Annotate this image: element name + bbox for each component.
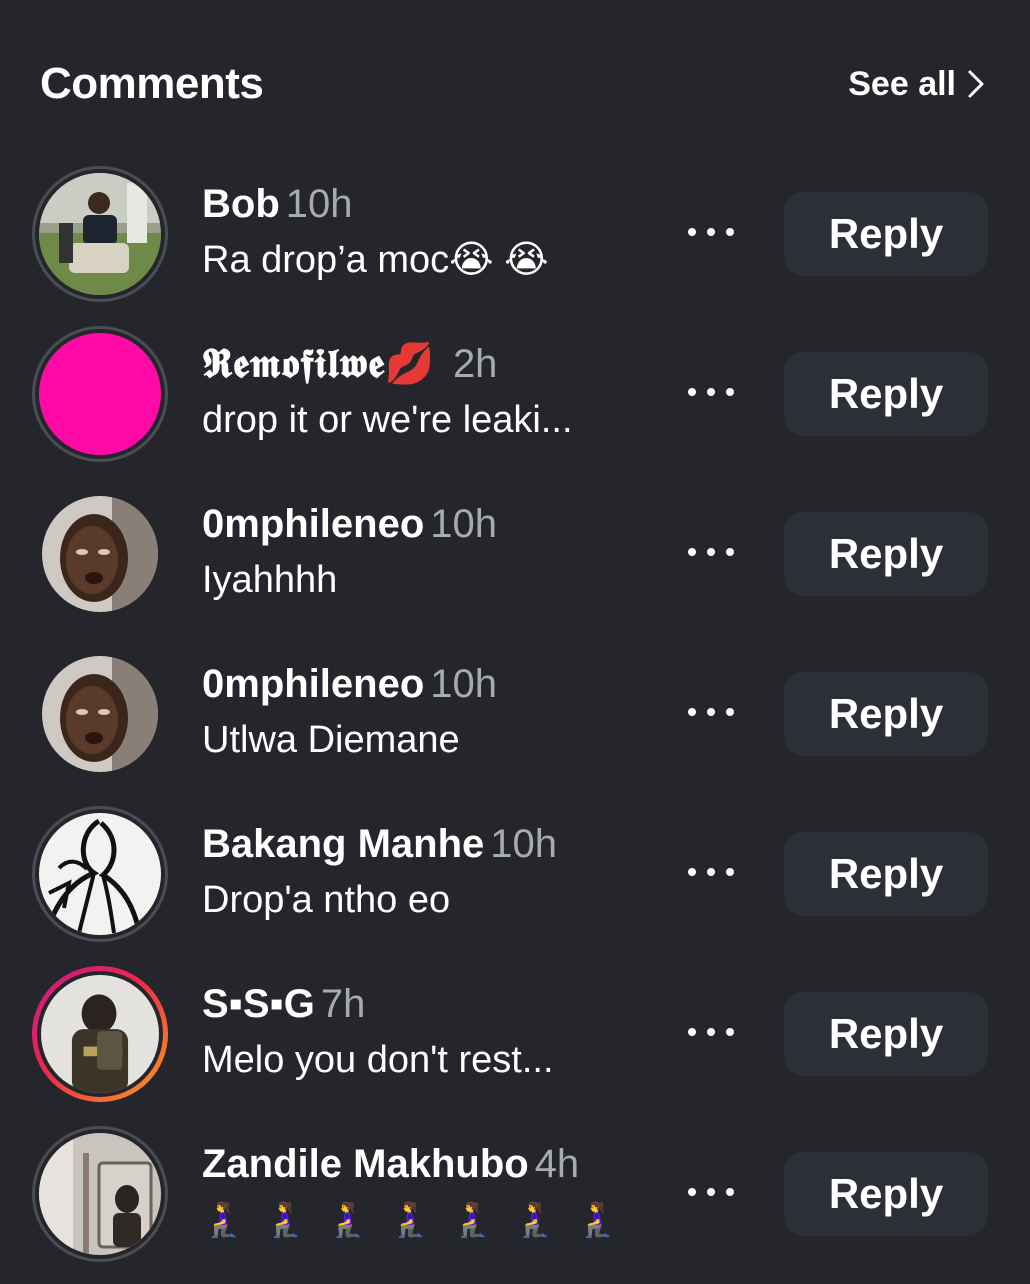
reply-button[interactable]: Reply [784, 352, 988, 436]
comment-time: 10h [285, 182, 353, 226]
avatar[interactable] [32, 1126, 168, 1262]
avatar[interactable] [32, 166, 168, 302]
avatar[interactable] [32, 806, 168, 942]
reply-button[interactable]: Reply [784, 672, 988, 756]
comment-author[interactable]: 𝕽𝖊𝖒𝖔𝖋𝖎𝖑𝖜𝖊💋 [202, 340, 435, 387]
comment-time: 7h [320, 982, 366, 1026]
comment-item: S▪S▪G 7h Melo you don't rest... Reply [0, 964, 1030, 1124]
comment-author[interactable]: Zandile Makhubo [202, 1142, 529, 1186]
more-options-icon[interactable] [688, 532, 734, 572]
reply-button[interactable]: Reply [784, 992, 988, 1076]
avatar[interactable] [32, 486, 168, 622]
reply-button[interactable]: Reply [784, 1152, 988, 1236]
comment-item: 0mphileneo 10h Iyahhhh Reply [0, 484, 1030, 644]
comment-text: Utlwa Diemane [202, 719, 460, 761]
avatar-photo [42, 496, 158, 612]
comment-item: 𝕽𝖊𝖒𝖔𝖋𝖎𝖑𝖜𝖊💋 2h drop it or we're leaki... R… [0, 324, 1030, 484]
avatar[interactable] [32, 646, 168, 782]
see-all-label: See all [848, 64, 956, 103]
comment-time: 10h [430, 502, 498, 546]
comment-text: Ra drop’a moc😭 😭 [202, 239, 549, 281]
comments-header: Comments See all [40, 52, 986, 116]
comment-item: 0mphileneo 10h Utlwa Diemane Reply [0, 644, 1030, 804]
more-options-icon[interactable] [688, 1012, 734, 1052]
see-all-link[interactable]: See all [848, 65, 986, 104]
avatar-photo [41, 975, 159, 1093]
more-options-icon[interactable] [688, 692, 734, 732]
more-options-icon[interactable] [688, 212, 734, 252]
comment-author[interactable]: Bakang Manhe [202, 822, 484, 866]
more-options-icon[interactable] [688, 1172, 734, 1212]
reply-button[interactable]: Reply [784, 192, 988, 276]
avatar-solid [39, 333, 161, 455]
comment-text: drop it or we're leaki... [202, 399, 573, 441]
comment-time: 10h [430, 662, 498, 706]
comment-text: Drop'a ntho eo [202, 879, 451, 921]
comment-time: 4h [534, 1142, 580, 1186]
avatar-photo [42, 656, 158, 772]
comment-item: Zandile Makhubo 4h 🧎‍♀️🧎‍♀️🧎‍♀️🧎‍♀️🧎‍♀️🧎‍… [0, 1124, 1030, 1284]
avatar-story-ring[interactable] [32, 966, 168, 1102]
page-title: Comments [40, 59, 264, 108]
avatar[interactable] [32, 326, 168, 462]
comment-item: Bakang Manhe 10h Drop'a ntho eo Reply [0, 804, 1030, 964]
comment-time: 10h [490, 822, 558, 866]
avatar-sketch [39, 813, 161, 935]
comment-text: Iyahhhh [202, 559, 338, 601]
comment-text: Melo you don't rest... [202, 1039, 554, 1081]
comment-author[interactable]: Bob [202, 182, 280, 226]
more-options-icon[interactable] [688, 852, 734, 892]
comment-author[interactable]: 0mphileneo [202, 662, 424, 706]
chevron-right-icon [968, 70, 984, 98]
avatar-photo [39, 1133, 161, 1255]
avatar-photo [39, 173, 161, 295]
comment-time: 2h [452, 342, 498, 386]
reply-button[interactable]: Reply [784, 832, 988, 916]
comment-text: 🧎‍♀️🧎‍♀️🧎‍♀️🧎‍♀️🧎‍♀️🧎‍♀️🧎‍♀️ [202, 1201, 639, 1239]
more-options-icon[interactable] [688, 372, 734, 412]
comment-item: Bob 10h Ra drop’a moc😭 😭 Reply [0, 164, 1030, 324]
reply-button[interactable]: Reply [784, 512, 988, 596]
comment-author[interactable]: S▪S▪G [202, 982, 315, 1026]
comment-author[interactable]: 0mphileneo [202, 502, 424, 546]
